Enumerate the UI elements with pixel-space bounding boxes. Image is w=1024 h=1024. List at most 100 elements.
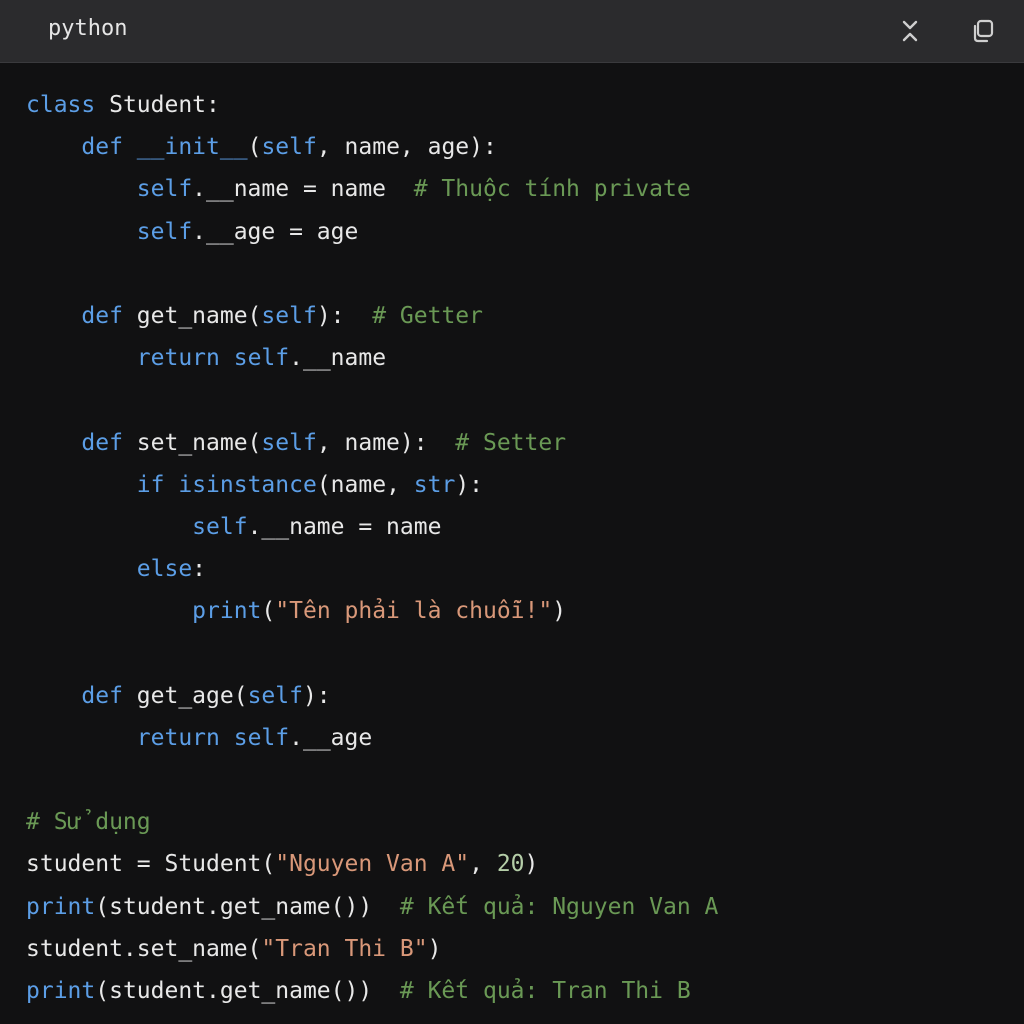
- code-token-comment: # Sử dụng: [26, 809, 151, 836]
- code-token-self: self: [261, 429, 317, 456]
- code-token-default: .__age: [289, 724, 373, 751]
- code-token-default: [26, 134, 81, 160]
- code-line: self.__age = age: [26, 211, 718, 253]
- code-line: self.__name = name # Thuộc tính private: [26, 168, 718, 210]
- code-token-default: , name):: [316, 429, 456, 456]
- code-block: python class Student: def __init__(self,…: [0, 0, 1024, 1024]
- code-line: if isinstance(name, str):: [26, 464, 718, 506]
- code-token-builtin: print: [26, 977, 96, 1004]
- code-line: # Sử dụng: [26, 801, 718, 843]
- code-line: else:: [26, 548, 718, 590]
- code-token-keyword: if: [136, 471, 165, 498]
- collapse-icon: [902, 20, 918, 42]
- code-token-keyword: class: [26, 92, 96, 118]
- code-token-default: [220, 725, 234, 751]
- code-line: print(student.get_name()) # Kết quả: Ngu…: [26, 886, 718, 928]
- code-token-self: self: [136, 176, 193, 203]
- code-token-default: set_name(: [122, 429, 262, 456]
- code-line: self.__name = name: [26, 506, 718, 548]
- code-token-keyword: def: [81, 134, 123, 161]
- code-token-default: :: [192, 556, 207, 583]
- code-line: def set_name(self, name): # Setter: [26, 422, 718, 464]
- code-token-default: (student.get_name()): [95, 977, 400, 1004]
- code-token-default: ): [427, 935, 442, 962]
- code-token-default: [26, 345, 137, 371]
- copy-icon: [973, 19, 994, 43]
- code-token-keyword: def: [81, 682, 123, 709]
- code-token-builtin: str: [413, 471, 456, 498]
- code-token-self: self: [261, 134, 317, 161]
- code-token-comment: # Setter: [455, 429, 567, 456]
- code-token-default: ): [552, 598, 567, 625]
- code-token-self: self: [261, 302, 317, 329]
- code-line: print(student.get_name()) # Kết quả: Tra…: [26, 970, 718, 1012]
- code-token-default: get_age(: [122, 682, 248, 709]
- code-token-keyword: def: [81, 429, 123, 456]
- code-token-default: , name, age):: [316, 134, 497, 161]
- code-token-default: [26, 556, 137, 582]
- code-token-default: [26, 472, 137, 498]
- code-token-string: "Tên phải là chuỗi!": [275, 598, 553, 625]
- code-token-default: (name,: [316, 471, 414, 498]
- code-token-default: [26, 219, 137, 245]
- code-line: student.set_name("Tran Thi B"): [26, 928, 718, 970]
- code-token-comment: # Kết quả: Nguyen Van A: [399, 893, 719, 920]
- code-line: student = Student("Nguyen Van A", 20): [26, 843, 718, 885]
- code-token-default: (student.get_name()): [95, 893, 400, 920]
- code-token-self: self: [136, 218, 193, 245]
- code-token-self: self: [233, 724, 290, 751]
- code-token-builtin: isinstance: [178, 471, 317, 498]
- code-token-comment: # Getter: [372, 302, 483, 329]
- code-token-keyword: return: [136, 345, 220, 372]
- code-content: class Student: def __init__(self, name, …: [26, 84, 718, 1012]
- code-token-default: [164, 472, 178, 498]
- code-line: return self.__name: [26, 337, 718, 379]
- code-token-builtin: print: [26, 893, 96, 920]
- code-line: def get_name(self): # Getter: [26, 295, 718, 337]
- code-token-default: ): [524, 851, 539, 878]
- code-token-default: .__name: [289, 345, 387, 372]
- code-token-default: [26, 683, 81, 709]
- code-token-default: .__name = name: [192, 176, 414, 203]
- code-header: python: [0, 0, 1024, 63]
- copy-button[interactable]: [966, 14, 1000, 48]
- collapse-button[interactable]: [893, 14, 927, 48]
- code-token-string: "Nguyen Van A": [275, 851, 470, 878]
- code-token-default: [220, 345, 234, 371]
- code-line: def __init__(self, name, age):: [26, 126, 718, 168]
- code-line: def get_age(self):: [26, 675, 718, 717]
- code-token-default: ):: [455, 471, 484, 498]
- code-token-default: Student:: [95, 92, 220, 118]
- code-line: class Student:: [26, 84, 718, 126]
- code-token-default: [26, 598, 192, 624]
- code-token-default: .__age = age: [192, 218, 359, 245]
- code-token-self: self: [192, 513, 248, 540]
- code-token-default: student = Student(: [26, 851, 276, 878]
- code-token-self: self: [247, 682, 303, 709]
- code-token-default: [26, 430, 81, 456]
- code-token-default: (: [261, 598, 276, 625]
- code-token-default: [26, 303, 81, 329]
- code-token-comment: # Kết quả: Tran Thi B: [399, 977, 691, 1004]
- language-label: python: [48, 16, 128, 41]
- code-line: return self.__age: [26, 717, 718, 759]
- code-token-keyword: return: [136, 724, 220, 751]
- code-token-default: .__name = name: [247, 513, 442, 540]
- code-token-default: [123, 134, 137, 160]
- code-token-default: ):: [316, 302, 373, 329]
- code-token-default: [26, 176, 137, 202]
- code-token-default: [26, 514, 192, 540]
- code-token-number: 20: [496, 851, 525, 878]
- code-token-self: self: [233, 345, 290, 372]
- code-token-default: get_name(: [122, 302, 262, 329]
- code-token-default: ):: [302, 682, 331, 709]
- code-token-default: (: [247, 134, 262, 161]
- code-token-builtin: print: [192, 598, 262, 625]
- code-token-comment: # Thuộc tính private: [413, 176, 691, 203]
- code-token-keyword: def: [81, 302, 123, 329]
- code-token-default: student.set_name(: [26, 935, 262, 962]
- code-token-keyword: else: [136, 556, 193, 583]
